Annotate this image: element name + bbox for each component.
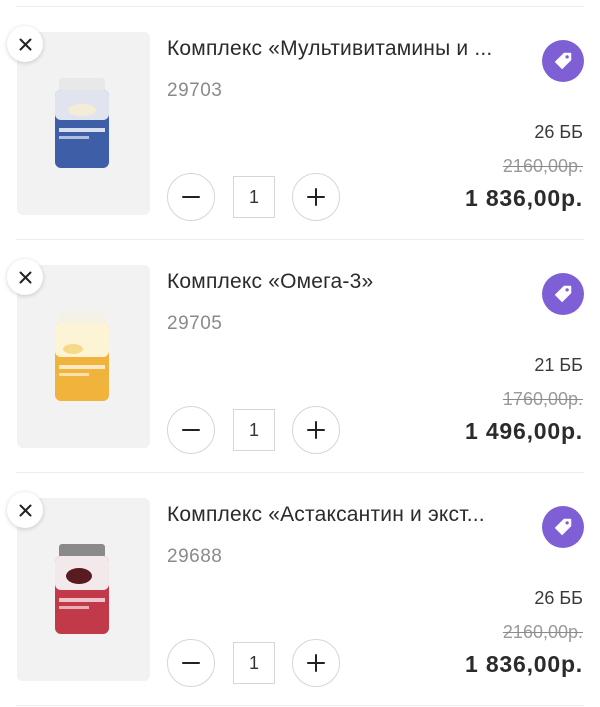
- tag-icon: [554, 52, 572, 70]
- product-title[interactable]: Комплекс «Омега-3»: [167, 270, 517, 294]
- minus-icon: [182, 429, 200, 431]
- plus-icon: [307, 188, 325, 206]
- tag-icon: [554, 518, 572, 536]
- increase-quantity-button[interactable]: [292, 406, 340, 454]
- quantity-input[interactable]: 1: [233, 409, 275, 451]
- bonus-points: 21 ББ: [534, 355, 583, 375]
- supplement-jar-image: [55, 544, 109, 634]
- product-code: 29705: [167, 313, 223, 334]
- remove-item-button[interactable]: [7, 492, 43, 528]
- product-image[interactable]: [17, 498, 150, 681]
- promo-badge[interactable]: [542, 273, 584, 315]
- decrease-quantity-button[interactable]: [167, 173, 215, 221]
- product-title[interactable]: Комплекс «Мультивитамины и ...: [167, 37, 517, 61]
- bonus-points: 26 ББ: [534, 588, 583, 608]
- cart-item: Комплекс «Мультивитамины и ... 29703 26 …: [0, 7, 600, 240]
- plus-icon: [307, 654, 325, 672]
- supplement-jar-image: [55, 78, 109, 168]
- remove-item-button[interactable]: [7, 26, 43, 62]
- remove-item-button[interactable]: [7, 259, 43, 295]
- close-icon: [19, 504, 31, 516]
- close-icon: [19, 271, 31, 283]
- increase-quantity-button[interactable]: [292, 173, 340, 221]
- minus-icon: [182, 196, 200, 198]
- product-image[interactable]: [17, 265, 150, 448]
- plus-icon: [307, 421, 325, 439]
- quantity-input[interactable]: 1: [233, 176, 275, 218]
- old-price: 2160,00р.: [502, 622, 583, 642]
- product-code: 29703: [167, 80, 223, 101]
- decrease-quantity-button[interactable]: [167, 406, 215, 454]
- minus-icon: [182, 662, 200, 664]
- old-price: 2160,00р.: [502, 156, 583, 176]
- product-code: 29688: [167, 546, 223, 567]
- quantity-input[interactable]: 1: [233, 642, 275, 684]
- item-divider: [16, 705, 584, 706]
- product-title[interactable]: Комплекс «Астаксантин и экст...: [167, 503, 517, 527]
- cart-item: Комплекс «Омега-3» 29705 21 ББ 1760,00р.…: [0, 240, 600, 473]
- price: 1 836,00р.: [465, 185, 583, 211]
- promo-badge[interactable]: [542, 40, 584, 82]
- promo-badge[interactable]: [542, 506, 584, 548]
- increase-quantity-button[interactable]: [292, 639, 340, 687]
- bonus-points: 26 ББ: [534, 122, 583, 142]
- supplement-jar-image: [55, 311, 109, 401]
- decrease-quantity-button[interactable]: [167, 639, 215, 687]
- close-icon: [19, 38, 31, 50]
- cart-item: Комплекс «Астаксантин и экст... 29688 26…: [0, 473, 600, 706]
- old-price: 1760,00р.: [502, 389, 583, 409]
- product-image[interactable]: [17, 32, 150, 215]
- price: 1 496,00р.: [465, 418, 583, 444]
- price: 1 836,00р.: [465, 651, 583, 677]
- tag-icon: [554, 285, 572, 303]
